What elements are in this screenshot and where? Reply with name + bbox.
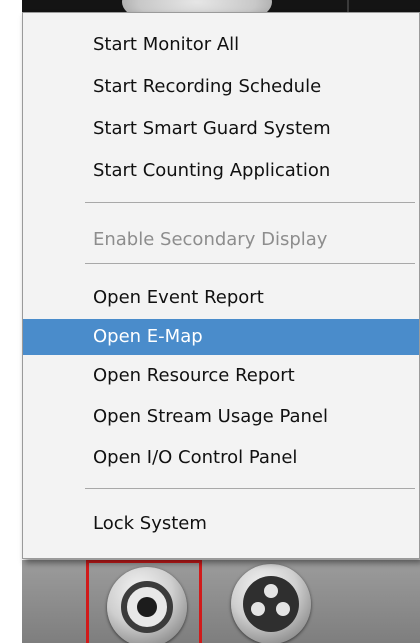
playback-button[interactable]	[213, 560, 329, 643]
window-margin	[0, 0, 22, 643]
record-icon	[107, 567, 187, 643]
menu-item-enable-secondary-display: Enable Secondary Display	[93, 229, 328, 250]
menu-item-start-recording-schedule[interactable]: Start Recording Schedule	[23, 69, 419, 105]
film-reel-icon	[231, 564, 311, 643]
menu-item-lock-system[interactable]: Lock System	[23, 506, 419, 542]
menu-item-start-smart-guard-system[interactable]: Start Smart Guard System	[23, 111, 419, 147]
menu-separator	[85, 488, 415, 489]
record-dot	[137, 597, 157, 617]
menu-item-open-stream-usage-panel[interactable]: Open Stream Usage Panel	[23, 399, 419, 435]
menu-item-open-io-control-panel[interactable]: Open I/O Control Panel	[23, 440, 419, 476]
reel-hole	[276, 602, 290, 616]
menu-separator	[85, 202, 415, 203]
record-button[interactable]	[86, 560, 202, 643]
menu-item-open-event-report[interactable]: Open Event Report	[23, 280, 419, 316]
reel-hole	[251, 602, 265, 616]
reel-hole	[264, 584, 278, 598]
menu-item-start-counting-application[interactable]: Start Counting Application	[23, 153, 419, 189]
context-menu: Start Monitor All Start Recording Schedu…	[22, 12, 420, 559]
menu-item-open-e-map[interactable]: Open E-Map	[23, 319, 419, 355]
film-reel	[243, 576, 299, 632]
menu-item-open-resource-report[interactable]: Open Resource Report	[23, 358, 419, 394]
menu-item-start-monitor-all[interactable]: Start Monitor All	[23, 27, 419, 63]
menu-separator	[85, 263, 415, 264]
